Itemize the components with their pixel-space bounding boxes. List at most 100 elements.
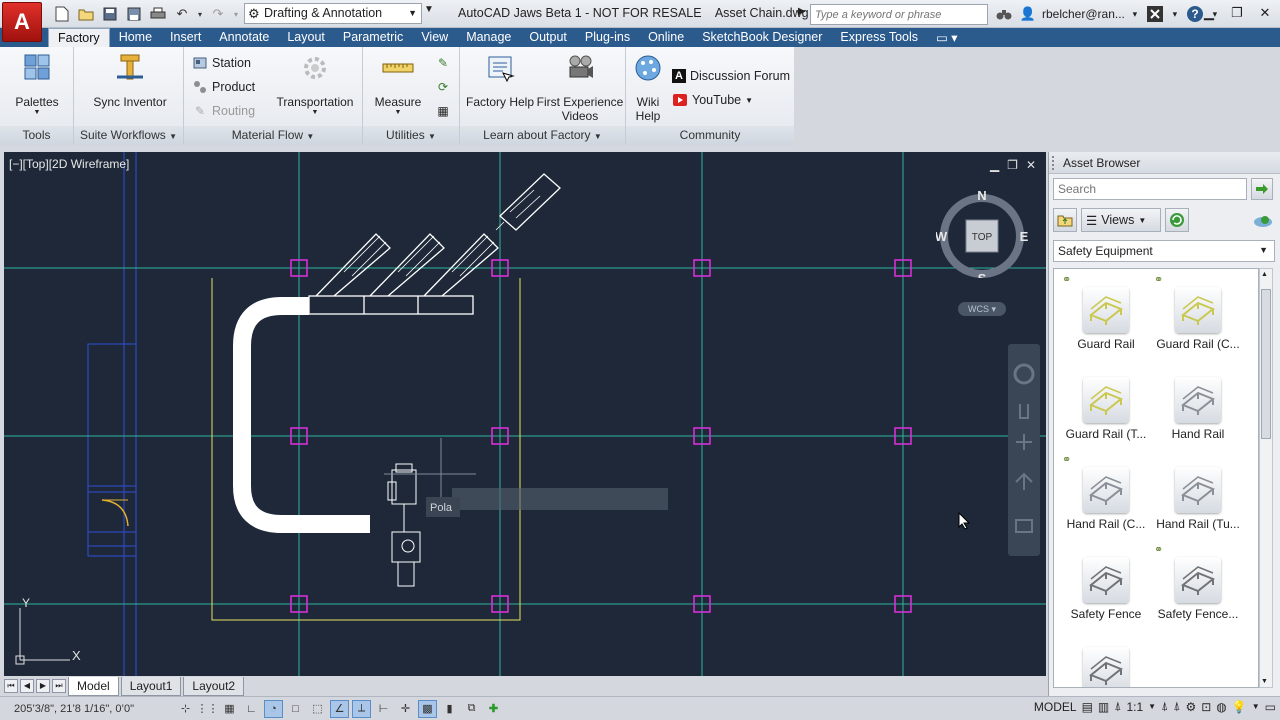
coordinate-readout[interactable]: 205’3/8", 21’8 1/16", 0’0" [0,703,176,715]
close-icon[interactable]: ✕ [1026,158,1036,172]
category-dropdown[interactable]: Safety Equipment ▼ [1053,240,1275,262]
transparency-icon[interactable]: ▩ [418,699,437,718]
status-menu-icon[interactable]: ▼ [1252,702,1260,711]
exchange-icon[interactable] [1145,4,1165,24]
tab-manage[interactable]: Manage [457,28,520,47]
grip-icon[interactable] [1052,156,1056,170]
workspace-switching-icon[interactable]: ⚙ [1185,700,1196,714]
discussion-forum-button[interactable]: A Discussion Forum [672,65,790,87]
scroll-up-icon[interactable]: ▲ [1261,271,1268,278]
toolbar-lock-icon[interactable]: ⊡ [1201,700,1211,714]
edit-properties-icon[interactable]: ✎ [435,55,451,71]
tab-layout2[interactable]: Layout2 [183,676,245,696]
minimize-icon[interactable]: ▁ [1198,3,1220,23]
asset-item[interactable]: Hand Rail (Tu... [1152,453,1244,539]
print-icon[interactable] [148,5,168,23]
undo-icon[interactable]: ↶ [172,5,192,23]
chevron-down-icon[interactable]: ▾ [1129,4,1141,24]
navigation-bar[interactable] [1008,344,1040,556]
drawing-canvas[interactable]: Pola Y X [−][Top][2D Wireframe] ▁ ❐ ✕ TO… [4,152,1046,676]
panel-title-learn-about-factory[interactable]: Learn about Factory ▼ [460,126,625,145]
tab-online[interactable]: Online [639,28,693,47]
wiki-help-button[interactable]: Wiki Help [628,51,668,123]
auto-scale-icon[interactable]: ⍋ [1173,699,1180,714]
asset-browser-header[interactable]: Asset Browser [1049,152,1280,174]
new-file-icon[interactable] [52,5,72,23]
tab-annotate[interactable]: Annotate [210,28,278,47]
binoculars-icon[interactable] [994,4,1014,24]
tab-layout[interactable]: Layout [278,28,334,47]
grid-display-icon[interactable]: ▦ [220,700,239,718]
chevron-down-icon[interactable]: ▼ [1148,702,1156,711]
ortho-mode-icon[interactable]: ∟ [242,700,261,718]
asset-search-input[interactable] [1053,178,1247,200]
station-button[interactable]: Station [192,52,251,74]
model-space-toggle[interactable]: MODEL [1034,700,1077,714]
isolate-objects-icon[interactable]: 💡 [1232,700,1247,714]
object-snap-tracking-icon[interactable]: ∠ [330,699,349,718]
hardware-acceleration-icon[interactable]: ◍ [1216,700,1226,714]
panel-title-suite-workflows[interactable]: Suite Workflows ▼ [74,126,183,145]
user-name[interactable]: rbelcher@ran... [1042,7,1125,21]
wcs-menu-button[interactable]: WCS ▾ [958,302,1006,316]
asset-item[interactable]: Hand Rail [1152,363,1244,449]
snap-mode-icon[interactable]: ⋮⋮ [197,700,219,718]
views-dropdown[interactable]: ☰ Views ▼ [1081,208,1161,232]
restore-icon[interactable]: ❐ [1007,158,1018,172]
folder-up-icon[interactable] [1053,208,1077,232]
calculator-icon[interactable]: ▦ [435,103,451,119]
ribbon-minimize-toggle[interactable]: ▭ ▾ [927,28,967,47]
object-snap-icon[interactable]: □ [286,700,305,718]
minimize-icon[interactable]: ▁ [990,158,999,172]
keyword-search-input[interactable] [810,4,988,25]
clean-screen-icon[interactable]: ▭ [1265,700,1276,714]
infer-constraints-icon[interactable]: ⊹ [176,700,195,718]
tab-home[interactable]: Home [110,28,161,47]
selection-cycling-icon[interactable]: ⧉ [462,700,481,718]
asset-grid-scrollbar[interactable]: ▲ ▼ [1259,268,1273,688]
tab-factory[interactable]: Factory [48,28,110,47]
transportation-button[interactable]: Transportation ▼ [270,51,360,116]
undo-dropdown-icon[interactable]: ▾ [196,5,204,23]
viewcube[interactable]: TOP N S W E [936,186,1028,278]
application-menu-button[interactable]: A [2,2,42,42]
sync-status-icon[interactable] [1253,212,1273,231]
tab-plug-ins[interactable]: Plug-ins [576,28,639,47]
chevron-down-icon[interactable]: ▾ [1169,4,1181,24]
asset-item[interactable] [1060,633,1152,687]
first-tab-icon[interactable]: ⏮ [4,679,18,693]
customize-qat-icon[interactable]: ▼ [424,4,434,15]
asset-item[interactable]: ⚭ Guard Rail (C... [1152,273,1244,359]
panel-title-material-flow[interactable]: Material Flow ▼ [184,126,362,145]
annotation-monitor-icon[interactable]: ✚ [484,700,503,718]
annotation-scale-icon[interactable]: ⍋ [1114,699,1121,714]
tab-sketchbook-designer[interactable]: SketchBook Designer [693,28,831,47]
asset-item[interactable]: ⚭ Hand Rail (C... [1060,453,1152,539]
tab-view[interactable]: View [412,28,457,47]
viewport-controls-label[interactable]: [−][Top][2D Wireframe] [9,157,129,171]
3d-object-snap-icon[interactable]: ⬚ [308,700,327,718]
scroll-thumb[interactable] [1261,289,1271,439]
next-tab-icon[interactable]: ▶ [36,679,50,693]
polar-tracking-icon[interactable]: ◔ [264,699,283,718]
scroll-down-icon[interactable]: ▼ [1261,678,1268,685]
search-go-button[interactable] [1251,178,1273,200]
refresh-icon[interactable]: ⟳ [435,79,451,95]
prev-tab-icon[interactable]: ◀ [20,679,34,693]
first-experience-videos-button[interactable]: First Experience Videos [536,51,624,123]
tab-insert[interactable]: Insert [161,28,210,47]
dynamic-ucs-icon[interactable]: ⟂ [352,699,371,718]
dynamic-input-icon[interactable]: ⊢ [374,700,393,718]
user-icon[interactable]: 👤 [1018,4,1038,24]
redo-dropdown-icon[interactable]: ▾ [232,5,240,23]
asset-item[interactable]: ⚭ Safety Fence... [1152,543,1244,629]
tab-express-tools[interactable]: Express Tools [831,28,927,47]
refresh-icon[interactable] [1165,208,1189,232]
restore-icon[interactable]: ❐ [1226,3,1248,23]
sync-inventor-button[interactable]: Sync Inventor [84,51,176,109]
annotation-visibility-icon[interactable]: ⍋ [1161,699,1168,714]
save-as-icon[interactable] [124,5,144,23]
tab-output[interactable]: Output [520,28,576,47]
routing-button[interactable]: ✎ Routing [192,100,255,122]
panel-title-utilities[interactable]: Utilities ▼ [363,126,459,145]
